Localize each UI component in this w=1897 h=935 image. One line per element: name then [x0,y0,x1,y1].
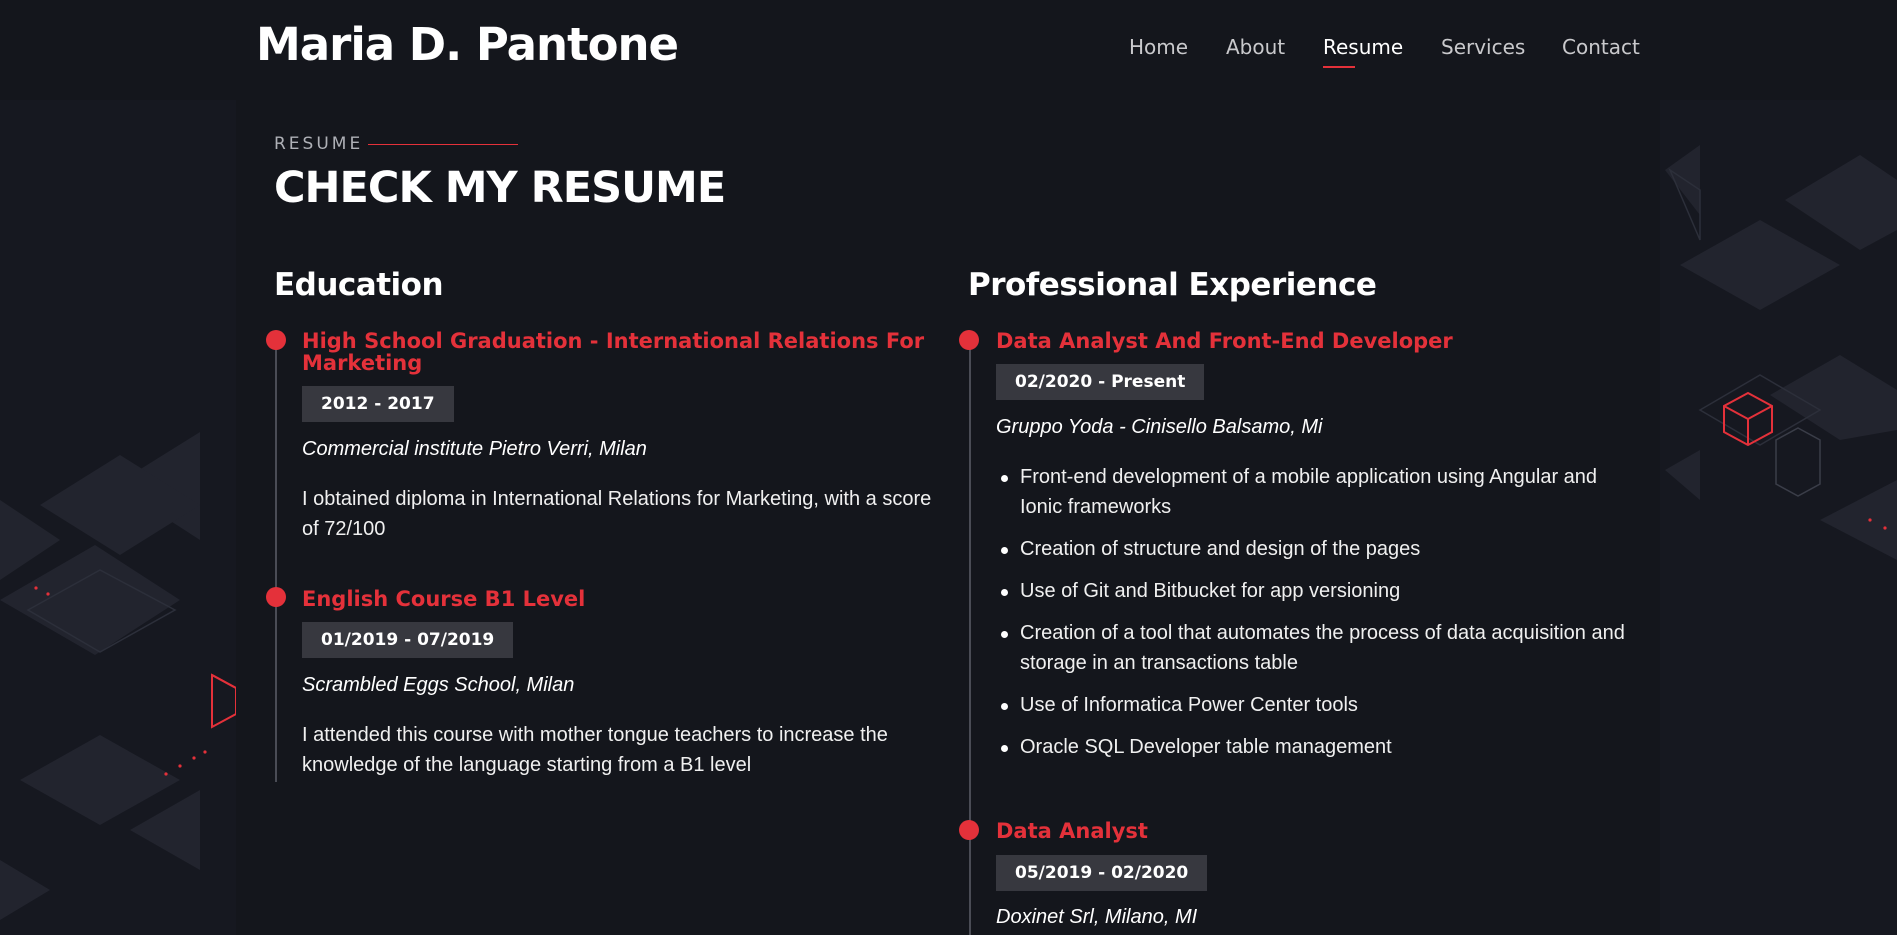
section-eyebrow-label: RESUME [274,134,364,154]
nav-item-home[interactable]: Home [1129,35,1188,59]
experience-timeline-line [969,342,971,935]
list-item: Use of Git and Bitbucket for app version… [1001,576,1630,606]
experience-item-date: 05/2019 - 02/2020 [996,855,1208,891]
list-item: Use of Informatica Power Center tools [1001,690,1630,720]
education-timeline-line [275,342,277,782]
site-header: Maria D. Pantone Home About Resume Servi… [0,0,1897,100]
experience-bullet-list: Front-end development of a mobile applic… [1001,462,1630,774]
section-title: CHECK MY RESUME [274,163,726,213]
experience-item-title: Data Analyst [996,819,1148,843]
experience-item-place: Gruppo Yoda - Cinisello Balsamo, Mi [996,416,1323,438]
timeline-dot [959,820,979,840]
nav-item-contact[interactable]: Contact [1562,35,1640,59]
resume-page: Maria D. Pantone Home About Resume Servi… [0,0,1897,935]
education-item-title: High School Graduation - International R… [302,329,925,375]
education-item-date: 01/2019 - 07/2019 [302,622,514,658]
education-item-place: Commercial institute Pietro Verri, Milan [302,438,647,460]
experience-heading: Professional Experience [968,267,1377,303]
main-nav: Home About Resume Services Contact [1100,35,1645,75]
nav-item-about[interactable]: About [1226,35,1285,59]
experience-item-place: Doxinet Srl, Milano, MI [996,906,1198,928]
timeline-dot [266,330,286,350]
nav-item-resume[interactable]: Resume [1323,35,1404,68]
nav-item-resume-label: Resume [1323,35,1404,59]
education-item-description: I obtained diploma in International Rela… [302,488,932,540]
list-item: Creation of a tool that automates the pr… [1001,618,1630,678]
education-item-title: English Course B1 Level [302,587,586,611]
experience-item-title: Data Analyst And Front-End Developer [996,329,1453,353]
active-nav-indicator [1323,66,1355,68]
education-heading: Education [274,267,444,303]
section-eyebrow-line [368,144,518,145]
timeline-dot [959,330,979,350]
list-item: Front-end development of a mobile applic… [1001,462,1630,522]
list-item: Oracle SQL Developer table management [1001,732,1630,762]
experience-item-date: 02/2020 - Present [996,364,1205,400]
education-item-place: Scrambled Eggs School, Milan [302,674,575,696]
education-item-date: 2012 - 2017 [302,386,454,422]
nav-item-services[interactable]: Services [1441,35,1525,59]
education-item-description: I attended this course with mother tongu… [302,724,888,776]
timeline-dot [266,587,286,607]
site-brand[interactable]: Maria D. Pantone [256,18,679,71]
list-item: Creation of structure and design of the … [1001,534,1630,564]
